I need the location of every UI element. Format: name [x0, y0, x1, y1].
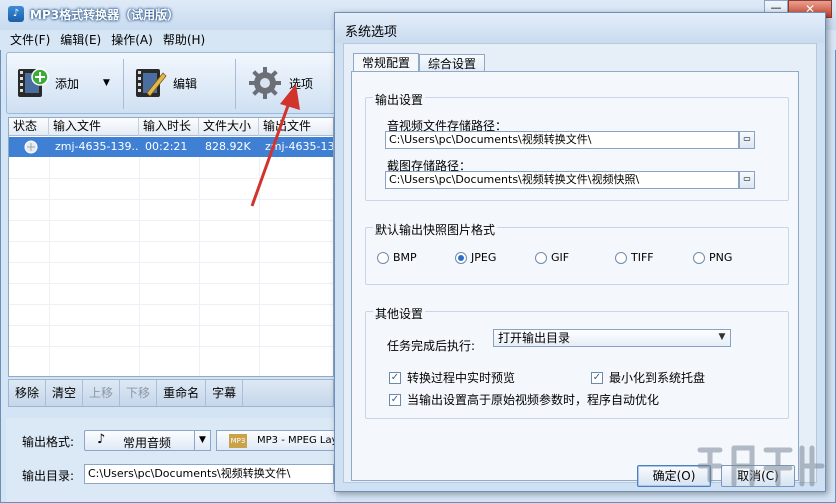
format-detail-value: MP3 - MPEG Layer — [257, 435, 335, 446]
chevron-down-icon[interactable]: ▼ — [713, 329, 731, 347]
audio-video-path-field[interactable]: C:\Users\pc\Documents\视频转换文件\ — [385, 131, 739, 149]
add-label: 添加 — [55, 76, 80, 91]
column-status[interactable]: 状态 — [9, 118, 49, 136]
annotation-arrow-icon — [250, 84, 300, 207]
checkbox-label: 转换过程中实时预览 — [407, 371, 516, 385]
auto-optimize-checkbox[interactable]: ✓ 当输出设置高于原始视频参数时，程序自动优化 — [389, 391, 659, 408]
grid-line — [9, 220, 333, 221]
radio-indicator — [455, 251, 467, 264]
add-button[interactable]: 添加 — [15, 57, 79, 109]
radio-label: GIF — [551, 251, 570, 264]
grid-line — [9, 262, 333, 263]
grid-line — [9, 241, 333, 242]
snapshot-format-title: 默认输出快照图片格式 — [373, 221, 498, 238]
menu-edit[interactable]: 编辑(E) — [60, 30, 101, 50]
radio-bmp[interactable]: BMP — [377, 251, 417, 264]
format-category-value: 常用音频 — [123, 436, 172, 450]
list-action-bar: 移除 清空 上移 下移 重命名 字幕 — [8, 379, 334, 407]
add-dropdown-arrow[interactable]: ▼ — [103, 57, 117, 109]
radio-png[interactable]: PNG — [693, 251, 732, 264]
move-down-button[interactable]: 下移 — [120, 380, 158, 406]
output-dir-field[interactable]: C:\Users\pc\Documents\视频转换文件\ — [84, 464, 334, 484]
check-icon: ✓ — [389, 371, 401, 384]
system-options-dialog: 系统选项 常规配置 综合设置 输出设置 音视频文件存储路径： C:\Users\… — [334, 12, 826, 492]
app-title: MP3格式转换器（试用版） — [30, 8, 180, 22]
browse-snapshot-button[interactable]: ▭ — [739, 171, 755, 189]
menu-operation[interactable]: 操作(A) — [111, 30, 153, 50]
rename-button[interactable]: 重命名 — [157, 380, 207, 406]
snapshot-path-field[interactable]: C:\Users\pc\Documents\视频转换文件\视频快照\ — [385, 171, 739, 189]
toolbar-divider — [235, 59, 236, 109]
grid-line — [9, 304, 333, 305]
edit-label: 编辑 — [173, 76, 198, 91]
radio-indicator — [693, 251, 705, 264]
radio-label: PNG — [709, 251, 733, 264]
grid-line — [9, 346, 333, 347]
mp3-file-icon: MP3 — [229, 434, 247, 448]
output-dir-label: 输出目录: — [22, 469, 75, 483]
radio-indicator — [377, 251, 389, 264]
app-icon: ♪ — [8, 6, 24, 22]
dialog-title: 系统选项 — [345, 25, 398, 40]
move-up-button[interactable]: 上移 — [83, 380, 121, 406]
grid-line — [9, 283, 333, 284]
checkbox-label: 最小化到系统托盘 — [609, 371, 706, 385]
format-detail-select[interactable]: MP3 MP3 - MPEG Layer — [216, 430, 336, 451]
clear-button[interactable]: 清空 — [46, 380, 84, 406]
output-settings-title: 输出设置 — [373, 91, 426, 108]
status-icon — [17, 137, 47, 157]
format-category-select[interactable]: ♪ 常用音频 — [84, 430, 210, 451]
browse-audio-video-button[interactable]: ▭ — [739, 131, 755, 149]
other-settings-title: 其他设置 — [373, 305, 426, 322]
grid-line — [49, 136, 50, 376]
check-icon: ✓ — [389, 393, 401, 406]
column-duration[interactable]: 输入时长 — [139, 118, 199, 136]
checkbox-label: 当输出设置高于原始视频参数时，程序自动优化 — [407, 393, 660, 407]
menu-help[interactable]: 帮助(H) — [163, 30, 205, 50]
menu-file[interactable]: 文件(F) — [10, 30, 50, 50]
output-format-label: 输出格式: — [22, 435, 75, 449]
edit-film-icon — [136, 69, 167, 97]
toolbar-divider — [123, 59, 124, 109]
radio-label: TIFF — [631, 251, 654, 264]
remove-button[interactable]: 移除 — [9, 380, 47, 406]
add-film-icon — [18, 68, 49, 97]
radio-gif[interactable]: GIF — [535, 251, 569, 264]
column-input-file[interactable]: 输入文件 — [49, 118, 139, 136]
radio-tiff[interactable]: TIFF — [615, 251, 654, 264]
radio-indicator — [615, 251, 627, 264]
chevron-down-icon[interactable]: ▼ — [194, 430, 211, 451]
radio-jpeg[interactable]: JPEG — [455, 251, 496, 264]
radio-indicator — [535, 251, 547, 264]
realtime-preview-checkbox[interactable]: ✓ 转换过程中实时预览 — [389, 369, 515, 386]
grid-line — [9, 325, 333, 326]
after-task-label: 任务完成后执行: — [387, 339, 476, 353]
watermark-logo-icon — [697, 445, 825, 487]
radio-label: BMP — [393, 251, 417, 264]
after-task-select[interactable]: 打开输出目录 — [493, 329, 731, 347]
cell-duration: 00:2:21 — [145, 140, 188, 153]
cell-input-file: zmj-4635-139... — [55, 140, 139, 153]
check-icon: ✓ — [591, 371, 603, 384]
music-note-icon: ♪ — [97, 432, 106, 447]
dialog-titlebar: 系统选项 — [335, 13, 825, 43]
radio-label: JPEG — [471, 251, 497, 264]
grid-line — [199, 136, 200, 376]
minimize-tray-checkbox[interactable]: ✓ 最小化到系统托盘 — [591, 369, 705, 386]
grid-line — [139, 136, 140, 376]
edit-button[interactable]: 编辑 — [133, 57, 197, 109]
subtitle-button[interactable]: 字幕 — [206, 380, 244, 406]
